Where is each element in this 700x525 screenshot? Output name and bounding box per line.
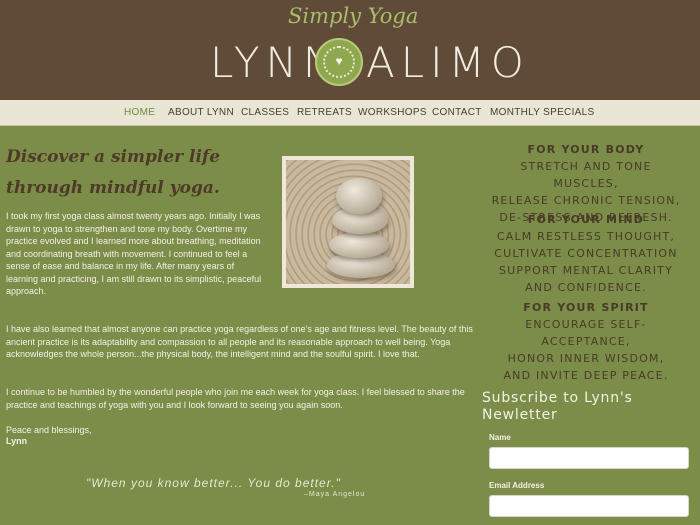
gratitude-paragraph: I continue to be humbled by the wonderfu… [6,387,465,410]
nav-item-classes[interactable]: CLASSES [241,107,289,118]
closing-text: Peace and blessings, [6,425,92,435]
sidebar-line: STRETCH AND TONE MUSCLES, [520,160,652,190]
newsletter-heading: Subscribe to Lynn's Newletter [482,390,682,424]
stone-third [329,232,389,258]
sidebar-line: SUPPORT MENTAL CLARITY [498,264,673,277]
nav-item-workshops[interactable]: WORKSHOPS [358,107,427,118]
sidebar-line: AND CONFIDENCE. [525,281,647,294]
site-tagline-script: Simply Yoga [288,4,419,28]
stone-top [336,178,382,214]
featured-quote: "When you know better... You do better." [86,476,341,490]
sidebar-heading-mind: FOR YOUR MIND [527,213,645,226]
sidebar-mind-section: FOR YOUR MIND CALM RESTLESS THOUGHT, CUL… [486,211,686,296]
newsletter-heading-line-2: Newletter [482,407,558,423]
sidebar-line: CALM RESTLESS THOUGHT, [496,230,676,243]
zen-stones-photo [282,156,414,288]
sidebar-spirit-section: FOR YOUR SPIRIT ENCOURAGE SELF-ACCEPTANC… [486,299,686,384]
raked-sand-background [286,160,410,284]
page-headline-line-1: Discover a simpler life [6,147,221,167]
sidebar-line: AND INVITE DEEP PEACE. [503,369,669,382]
sidebar-line: HONOR INNER WISDOM, [507,352,665,365]
nav-item-about-lynn[interactable]: ABOUT LYNN [168,107,234,118]
newsletter-heading-line-1: Subscribe to Lynn's [482,390,633,406]
quote-author: –Maya Angelou [304,491,366,498]
email-input[interactable] [489,495,689,517]
main-navigation: HOME ABOUT LYNN CLASSES RETREATS WORKSHO… [0,100,700,126]
nav-item-retreats[interactable]: RETREATS [297,107,352,118]
heart-icon: ♥ [335,54,343,68]
name-input[interactable] [489,447,689,469]
sidebar-line: CULTIVATE CONCENTRATION [494,247,678,260]
sidebar-line: ENCOURAGE SELF-ACCEPTANCE, [525,318,647,348]
email-field-label: Email Address [489,481,545,490]
sidebar-line: RELEASE CHRONIC TENSION, [491,194,681,207]
mandala-logo-icon[interactable]: ♥ [315,38,363,86]
signature: Lynn [6,436,28,446]
sidebar-heading-body: FOR YOUR BODY [527,143,645,156]
intro-paragraph: I took my first yoga class almost twenty… [6,211,262,296]
nav-item-home[interactable]: HOME [124,107,155,118]
sidebar-heading-spirit: FOR YOUR SPIRIT [523,301,649,314]
nav-item-monthly-specials[interactable]: MONTHLY SPECIALS [490,107,594,118]
site-header: Simply Yoga LYNN ♥ ALIMO [0,0,700,100]
philosophy-paragraph: I have also learned that almost anyone c… [6,324,473,359]
name-field-label: Name [489,433,511,442]
nav-item-contact[interactable]: CONTACT [432,107,482,118]
logo-text-last-name[interactable]: ALIMO [366,38,530,87]
page-headline-line-2: through mindful yoga. [6,178,220,198]
